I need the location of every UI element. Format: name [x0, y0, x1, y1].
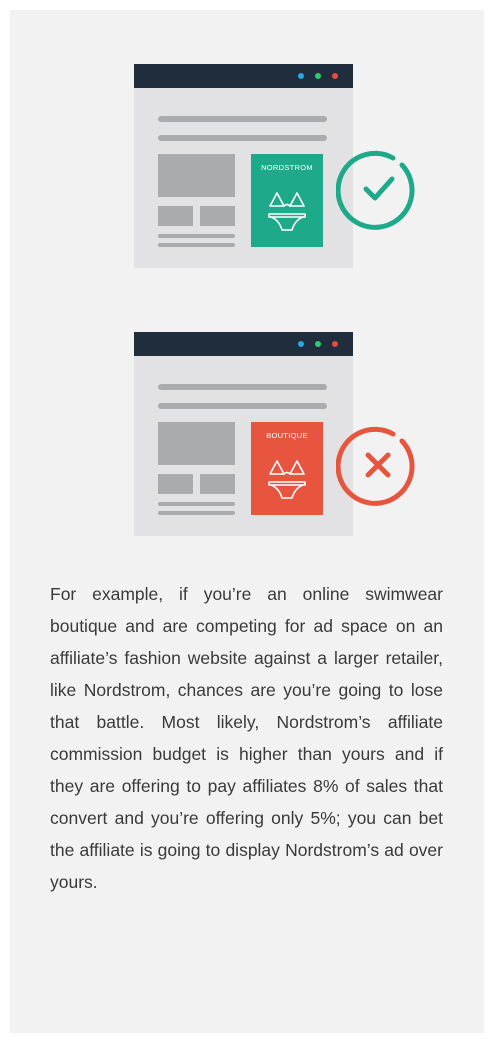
nordstrom-ad: NORDSTROM	[251, 154, 323, 247]
text-line-placeholder	[158, 502, 235, 506]
text-line-placeholder	[158, 116, 327, 122]
window-dot-red	[332, 341, 338, 347]
image-placeholder	[200, 474, 235, 494]
browser-mockup-nordstrom: NORDSTROM	[134, 64, 353, 268]
window-dot-red	[332, 73, 338, 79]
image-placeholder	[200, 206, 235, 226]
window-dot-green	[315, 341, 321, 347]
text-line-placeholder	[158, 384, 327, 390]
browser-title-bar	[134, 64, 353, 88]
image-placeholder	[158, 422, 235, 465]
ad-brand-label: BOUTIQUE	[266, 431, 308, 440]
text-line-placeholder	[158, 403, 327, 409]
bikini-icon	[268, 460, 306, 499]
text-line-placeholder	[158, 243, 235, 247]
text-line-placeholder	[158, 135, 327, 141]
boutique-ad: BOUTIQUE	[251, 422, 323, 515]
x-circle-icon	[336, 426, 415, 506]
check-circle-icon	[336, 150, 415, 230]
bikini-icon	[268, 192, 306, 231]
browser-title-bar	[134, 332, 353, 356]
text-line-placeholder	[158, 511, 235, 515]
window-dot-blue	[298, 341, 304, 347]
image-placeholder	[158, 206, 193, 226]
window-dot-blue	[298, 73, 304, 79]
browser-mockup-boutique: BOUTIQUE	[134, 332, 353, 536]
ad-brand-label: NORDSTROM	[261, 163, 313, 172]
image-placeholder	[158, 474, 193, 494]
image-placeholder	[158, 154, 235, 197]
window-dot-green	[315, 73, 321, 79]
text-line-placeholder	[158, 234, 235, 238]
body-paragraph: For example, if you’re an online swimwea…	[50, 584, 443, 892]
